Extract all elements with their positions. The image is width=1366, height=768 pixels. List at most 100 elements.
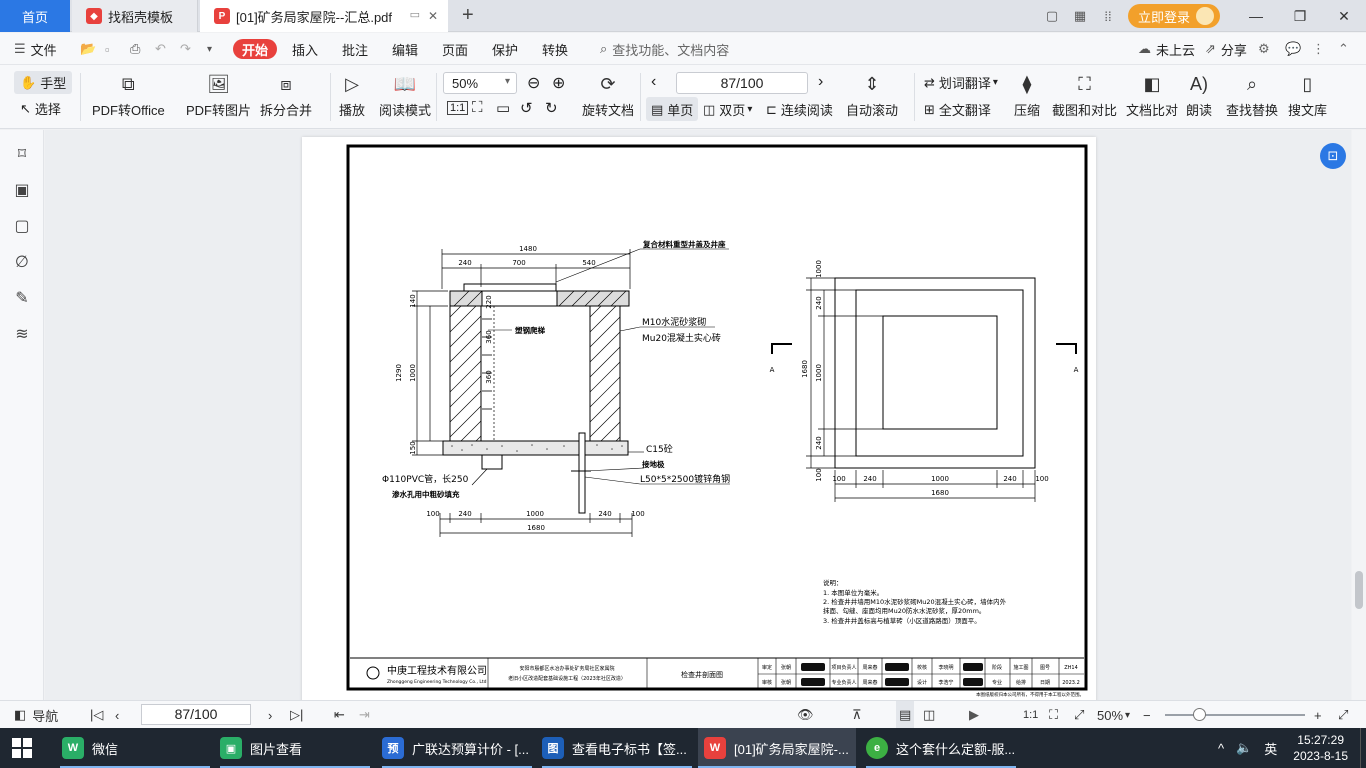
menu-edit[interactable]: 编辑: [392, 33, 418, 65]
window-layout-icon[interactable]: ▢: [1041, 8, 1063, 24]
split-merge-button[interactable]: ⧈ 拆分合并: [260, 71, 312, 119]
word-translate-button[interactable]: ⇄ 划词翻译 ▾: [924, 73, 998, 92]
attachment-icon[interactable]: ∅: [12, 252, 32, 272]
pdf-to-image-button[interactable]: 🖼 PDF转图片: [186, 71, 251, 119]
menu-convert[interactable]: 转换: [542, 33, 568, 65]
undo-icon[interactable]: ↶: [155, 33, 166, 65]
signature-icon[interactable]: ✎: [12, 288, 32, 308]
settings-icon[interactable]: ⚙: [1258, 33, 1270, 65]
zoom-in-icon[interactable]: ⊕: [552, 73, 565, 93]
find-replace-button[interactable]: ⌕ 查找替换: [1226, 71, 1278, 119]
fit-width-icon[interactable]: ▭: [496, 99, 510, 117]
zoom-out-icon[interactable]: −: [1143, 701, 1151, 729]
show-desktop[interactable]: [1360, 728, 1366, 768]
zoom-slider-knob[interactable]: [1193, 708, 1206, 721]
eye-protect-icon[interactable]: 👁: [797, 701, 814, 729]
taskbar-image-viewer[interactable]: ▣ 图片查看: [220, 728, 370, 768]
vertical-scrollbar[interactable]: [1352, 130, 1366, 700]
continuous-read-button[interactable]: ⊏ 连续阅读: [766, 100, 833, 119]
zoom-select[interactable]: 50% ▾: [443, 72, 517, 94]
rotate-left-icon[interactable]: ↺: [520, 99, 533, 117]
ime-indicator[interactable]: 英: [1264, 739, 1277, 758]
document-viewport[interactable]: 1480 240 700 540 复合材料重型井盖及井座 塑钢爬梯 M10水泥砂…: [45, 130, 1351, 700]
screenshot-compare-button[interactable]: ⛶ 截图和对比: [1052, 71, 1117, 119]
pdf-to-office-button[interactable]: ⧉ PDF转Office: [92, 71, 165, 119]
tab-home[interactable]: 首页: [0, 0, 70, 32]
actual-size-icon[interactable]: 1:1: [447, 101, 469, 115]
compress-button[interactable]: ⧫ 压缩: [1014, 71, 1040, 119]
add-tab-icon[interactable]: +: [462, 4, 474, 27]
read-mode-button[interactable]: 📖 阅读模式: [379, 71, 431, 119]
prev-page-icon[interactable]: ‹: [651, 73, 656, 91]
zoom-in-icon[interactable]: +: [1314, 701, 1322, 729]
function-search[interactable]: ⌕ 查找功能、文档内容: [600, 33, 729, 65]
hand-tool[interactable]: ✋ 手型: [14, 71, 73, 94]
pin-icon[interactable]: ▭: [410, 8, 420, 21]
status-page-input[interactable]: 87/100: [141, 704, 251, 725]
doc-compare-button[interactable]: ◧ 文档比对: [1126, 71, 1178, 119]
read-aloud-button[interactable]: A) 朗读: [1186, 71, 1212, 119]
single-view-icon[interactable]: ▤: [896, 701, 915, 729]
bookmark-icon[interactable]: ⌑: [12, 144, 32, 164]
cloud-status[interactable]: ☁ 未上云: [1138, 33, 1195, 65]
restore-icon[interactable]: ❐: [1278, 8, 1322, 25]
double-view-icon[interactable]: ◫: [923, 701, 935, 729]
single-page-button[interactable]: ▤ 单页: [651, 100, 693, 119]
prev-page-icon[interactable]: ‹: [115, 701, 119, 729]
tab-templates[interactable]: ◆ 找稻壳模板: [72, 0, 198, 32]
share-button[interactable]: ⇗ 分享: [1205, 33, 1247, 65]
tile-view-icon[interactable]: ▦: [1069, 8, 1091, 24]
zoom-out-icon[interactable]: ⊖: [527, 73, 540, 93]
taskbar-wps-pdf[interactable]: W [01]矿务局家屋院-...: [698, 728, 856, 768]
page-fit-icon[interactable]: ⊼: [852, 701, 862, 729]
login-button[interactable]: 立即登录: [1127, 4, 1220, 28]
menu-protect[interactable]: 保护: [492, 33, 518, 65]
volume-icon[interactable]: 🔈: [1236, 740, 1252, 756]
layers-icon[interactable]: ≋: [12, 324, 32, 344]
rotate-doc-button[interactable]: ⟳ 旋转文档: [582, 71, 634, 119]
next-page-icon[interactable]: ›: [268, 701, 272, 729]
auto-scroll-button[interactable]: ⇕ 自动滚动: [846, 71, 898, 119]
fit-page-icon[interactable]: ⛶: [472, 99, 483, 116]
file-menu[interactable]: ☰ 文件: [14, 33, 57, 65]
first-page-icon[interactable]: |◁: [90, 701, 103, 729]
rotate-right-icon[interactable]: ↻: [545, 99, 558, 117]
clock[interactable]: 15:27:29 2023-8-15: [1293, 732, 1348, 764]
select-tool[interactable]: ↖ 选择: [20, 99, 61, 118]
fit-page-icon[interactable]: ⛶: [1049, 701, 1058, 729]
minimize-icon[interactable]: —: [1234, 8, 1278, 24]
chevron-up-icon[interactable]: ^: [1218, 741, 1224, 756]
forward-icon[interactable]: ⇥: [359, 701, 370, 729]
menu-start[interactable]: 开始: [233, 39, 278, 59]
taskbar-glodon[interactable]: 预广联达预算计价 - [...: [382, 728, 532, 768]
menu-annotate[interactable]: 批注: [342, 33, 368, 65]
menu-page[interactable]: 页面: [442, 33, 468, 65]
fullscreen-icon[interactable]: ⤢: [1074, 701, 1084, 729]
back-icon[interactable]: ⇤: [334, 701, 345, 729]
comment-icon[interactable]: 💬: [1285, 33, 1301, 65]
zoom-level[interactable]: 50% ▾: [1097, 701, 1130, 729]
play-icon[interactable]: ▶: [969, 701, 979, 729]
close-tab-icon[interactable]: ✕: [428, 9, 438, 23]
search-library-button[interactable]: ▯ 搜文库: [1288, 71, 1327, 119]
redo-icon[interactable]: ↷: [180, 33, 191, 65]
open-icon[interactable]: 📂: [80, 33, 96, 65]
page-number-input[interactable]: 87/100: [676, 72, 808, 94]
taskbar-bid-viewer[interactable]: 图查看电子标书【签...: [542, 728, 692, 768]
windows-start-icon[interactable]: [12, 738, 32, 758]
more-dropdown-icon[interactable]: ▾: [207, 33, 212, 65]
more-icon[interactable]: ⋮: [1312, 33, 1325, 65]
close-window-icon[interactable]: ✕: [1322, 8, 1366, 25]
play-button[interactable]: ▷ 播放: [339, 71, 365, 119]
actual-size-icon[interactable]: 1:1: [1023, 701, 1038, 729]
collapse-ribbon-icon[interactable]: ⌃: [1338, 33, 1349, 65]
double-page-button[interactable]: ◫ 双页 ▾: [703, 100, 752, 119]
taskbar-wechat[interactable]: W 微信: [60, 728, 210, 768]
taskbar-browser[interactable]: e 这个套什么定额-服...: [866, 728, 1016, 768]
comment-icon[interactable]: ▢: [12, 216, 32, 236]
next-page-icon[interactable]: ›: [818, 73, 823, 91]
save-icon[interactable]: ▫: [105, 33, 110, 65]
menu-insert[interactable]: 插入: [292, 33, 318, 65]
zoom-slider[interactable]: [1165, 714, 1305, 716]
floating-tool-button[interactable]: ⊡: [1320, 143, 1346, 169]
